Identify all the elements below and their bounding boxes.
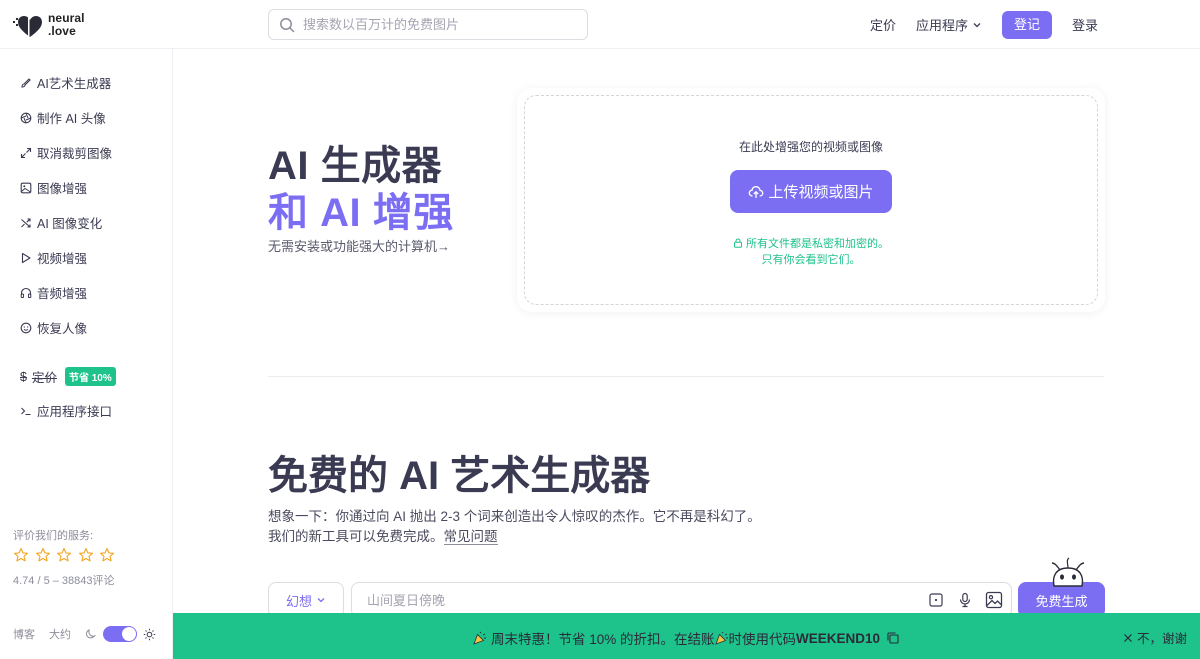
privacy-note-1: 所有文件都是私密和加密的。 xyxy=(525,235,1097,251)
copy-icon[interactable] xyxy=(886,631,900,645)
smile-icon xyxy=(20,322,32,333)
chevron-down-icon xyxy=(973,22,981,27)
discount-badge: 节省 10% xyxy=(64,367,116,386)
sidebar: AI艺术生成器 制作 AI 头像 取消裁剪图像 图像增强 AI 图像变化 视频增… xyxy=(0,49,173,659)
promo-text-2: 时使用代码 xyxy=(728,632,797,647)
heart-logo-icon xyxy=(13,12,42,38)
about-link[interactable]: 大约 xyxy=(49,626,71,642)
sidebar-item-label: 视频增强 xyxy=(37,252,88,266)
sun-icon xyxy=(143,628,156,640)
party-popper-icon xyxy=(473,631,486,645)
terminal-icon xyxy=(21,407,31,415)
art-description-line2: 我们的新工具可以免费完成。常见问题 xyxy=(268,525,498,545)
microphone-icon[interactable] xyxy=(956,591,974,609)
promo-banner: 周末特惠！节省 10% 的折扣。在结账 时使用代码 WEEKEND10 不，谢谢 xyxy=(173,613,1200,659)
expand-icon xyxy=(20,147,32,158)
cloud-upload-icon xyxy=(749,185,764,198)
pricing-label: 定价 xyxy=(31,371,57,385)
promo-text-1: 周末特惠！节省 10% 的折扣。在结账 xyxy=(490,632,715,647)
brush-icon xyxy=(21,77,31,88)
sidebar-item-image-enhance[interactable]: 图像增强 xyxy=(20,178,87,197)
dice-icon[interactable] xyxy=(927,591,945,609)
promo-dismiss-label: 不，谢谢 xyxy=(1136,632,1187,646)
close-icon xyxy=(1124,633,1132,642)
sidebar-item-variations[interactable]: AI 图像变化 xyxy=(20,213,102,232)
promo-code: WEEKEND10 xyxy=(796,630,881,646)
prompt-tools xyxy=(916,591,1003,609)
party-popper-icon xyxy=(714,631,728,645)
star-icon[interactable] xyxy=(35,547,51,563)
sidebar-footer: 博客 大约 xyxy=(13,626,156,642)
theme-toggle[interactable] xyxy=(103,626,137,642)
signup-button[interactable]: 登记 xyxy=(1001,10,1052,39)
upload-card: 在此处增强您的视频或图像 上传视频或图片 所有文件都是私密和加密的。 只有你会看… xyxy=(517,88,1105,312)
rating-score: 4.74 / 5 – 38843评论 xyxy=(13,575,115,587)
sidebar-item-pricing[interactable]: $ 定价 节省 10% xyxy=(20,367,116,386)
hero-title-line2: 和 AI 增强 xyxy=(268,191,454,235)
search-input[interactable] xyxy=(303,17,573,32)
chevron-down-icon xyxy=(317,598,325,603)
mascot-icon xyxy=(1051,557,1085,587)
sidebar-item-uncrop[interactable]: 取消裁剪图像 xyxy=(20,143,112,162)
star-icon[interactable] xyxy=(78,547,94,563)
sidebar-item-label: 音频增强 xyxy=(37,287,88,301)
sidebar-item-label: 恢复人像 xyxy=(37,322,88,336)
top-nav: 定价 应用程序 登记 登录 xyxy=(870,0,1200,49)
nav-apps[interactable]: 应用程序 xyxy=(916,15,982,34)
search-icon xyxy=(280,17,295,32)
star-icon[interactable] xyxy=(13,547,29,563)
logo[interactable]: neural .love xyxy=(12,10,85,40)
faq-link[interactable]: 常见问题 xyxy=(443,529,498,545)
upload-button-label: 上传视频或图片 xyxy=(768,184,874,201)
logo-text: neural .love xyxy=(48,12,85,38)
promo-message: 周末特惠！节省 10% 的折扣。在结账 时使用代码 WEEKEND10 xyxy=(173,628,1200,648)
pricing-symbol: $ xyxy=(20,369,27,384)
aperture-icon xyxy=(20,112,32,123)
sidebar-item-audio[interactable]: 音频增强 xyxy=(20,283,87,302)
prompt-input[interactable] xyxy=(367,592,907,608)
play-icon xyxy=(21,252,31,263)
sidebar-item-label: 应用程序接口 xyxy=(37,405,113,419)
sidebar-item-ai-art[interactable]: AI艺术生成器 xyxy=(20,73,111,92)
rate-label: 评价我们的服务: xyxy=(13,530,94,542)
art-description-line1: 想象一下：你通过向 AI 抛出 2-3 个词来创造出令人惊叹的杰作。它不再是科幻… xyxy=(268,509,761,524)
upload-button[interactable]: 上传视频或图片 xyxy=(730,170,892,213)
sidebar-item-label: 取消裁剪图像 xyxy=(37,147,113,161)
upload-dropzone[interactable]: 在此处增强您的视频或图像 上传视频或图片 所有文件都是私密和加密的。 只有你会看… xyxy=(524,95,1098,305)
star-icon[interactable] xyxy=(56,547,72,563)
upload-hint: 在此处增强您的视频或图像 xyxy=(738,140,883,154)
nav-apps-label: 应用程序 xyxy=(915,18,968,33)
sidebar-item-label: 制作 AI 头像 xyxy=(37,112,106,126)
login-link[interactable]: 登录 xyxy=(1072,15,1098,34)
top-header: neural .love 定价 应用程序 登记 登录 xyxy=(0,0,1200,49)
moon-icon xyxy=(86,629,97,639)
sidebar-item-restore[interactable]: 恢复人像 xyxy=(20,318,87,337)
style-dropdown-value: 幻想 xyxy=(285,593,312,609)
sidebar-item-avatar[interactable]: 制作 AI 头像 xyxy=(20,108,106,127)
lock-icon xyxy=(734,238,742,248)
image-icon xyxy=(20,182,32,193)
blog-link[interactable]: 博客 xyxy=(13,626,35,642)
privacy-text-1: 所有文件都是私密和加密的。 xyxy=(746,238,889,250)
image-upload-icon[interactable] xyxy=(985,591,1003,609)
privacy-note-2: 只有你会看到它们。 xyxy=(761,254,861,266)
hero-subtitle-link[interactable]: 无需安装或功能强大的计算机→ xyxy=(268,236,450,255)
sidebar-item-video[interactable]: 视频增强 xyxy=(20,248,87,267)
logo-line2: .love xyxy=(48,24,76,38)
search-box[interactable] xyxy=(268,9,588,40)
sidebar-item-api[interactable]: 应用程序接口 xyxy=(20,401,112,420)
toggle-knob xyxy=(122,627,136,641)
art-description-text: 我们的新工具可以免费完成。 xyxy=(268,529,444,544)
sidebar-item-label: AI 图像变化 xyxy=(37,217,103,231)
sidebar-item-label: AI艺术生成器 xyxy=(37,77,112,91)
shuffle-icon xyxy=(21,217,31,228)
sidebar-item-label: 图像增强 xyxy=(37,182,88,196)
promo-dismiss-button[interactable]: 不，谢谢 xyxy=(1123,628,1187,647)
nav-pricing[interactable]: 定价 xyxy=(870,15,896,34)
rating-stars[interactable] xyxy=(13,547,121,563)
section-divider xyxy=(268,376,1104,377)
star-icon[interactable] xyxy=(99,547,115,563)
headphones-icon xyxy=(20,287,32,298)
art-generator-title: 免费的 AI 艺术生成器 xyxy=(268,454,651,498)
